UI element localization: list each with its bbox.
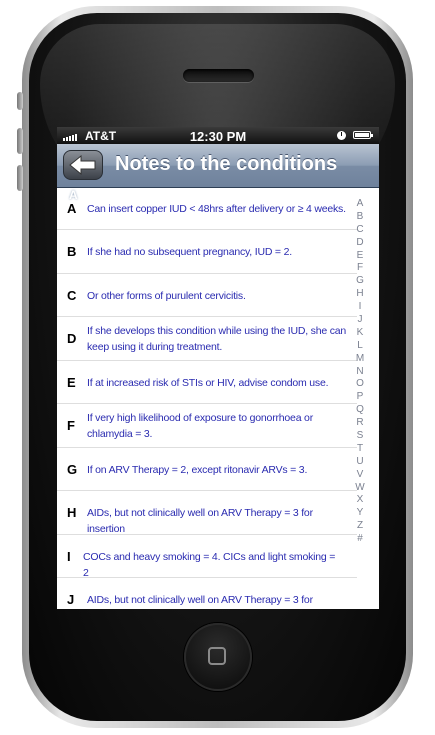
index-letter[interactable]: J xyxy=(351,313,369,326)
volume-down-button xyxy=(17,165,23,191)
row-note: If at increased risk of STIs or HIV, adv… xyxy=(87,377,329,389)
row-letter: I xyxy=(67,549,71,564)
index-letter[interactable]: Y xyxy=(351,506,369,519)
back-arrow-icon xyxy=(69,154,96,176)
row-note: COCs and heavy smoking = 4. CICs and lig… xyxy=(83,551,336,579)
list-item[interactable]: A Can insert copper IUD < 48hrs after del… xyxy=(57,187,357,230)
index-letter[interactable]: X xyxy=(351,493,369,506)
index-letter[interactable]: U xyxy=(351,455,369,468)
index-letter[interactable]: S xyxy=(351,429,369,442)
index-letter[interactable]: L xyxy=(351,339,369,352)
row-note: AIDs, but not clinically well on ARV The… xyxy=(87,507,313,535)
row-note: Can insert copper IUD < 48hrs after deli… xyxy=(87,203,346,215)
navigation-bar: Notes to the conditions xyxy=(57,144,379,188)
index-letter[interactable]: F xyxy=(351,261,369,274)
list-item[interactable]: J AIDs, but not clinically well on ARV Th… xyxy=(57,578,357,609)
notes-list[interactable]: A Can insert copper IUD < 48hrs after del… xyxy=(57,187,357,609)
index-letter[interactable]: R xyxy=(351,416,369,429)
row-note: Or other forms of purulent cervicitis. xyxy=(87,290,246,302)
section-header: A xyxy=(69,188,78,202)
list-item[interactable]: F If very high likelihood of exposure to … xyxy=(57,404,357,448)
index-letter[interactable]: Z xyxy=(351,519,369,532)
row-letter: B xyxy=(67,244,77,259)
list-item[interactable]: I COCs and heavy smoking = 4. CICs and li… xyxy=(57,535,357,579)
list-item[interactable]: C Or other forms of purulent cervicitis. xyxy=(57,274,357,317)
index-letter[interactable]: V xyxy=(351,468,369,481)
row-note: If very high likelihood of exposure to g… xyxy=(87,412,313,440)
row-letter: H xyxy=(67,505,77,520)
list-item[interactable]: B If she had no subsequent pregnancy, IUD… xyxy=(57,230,357,274)
battery-icon xyxy=(353,131,373,139)
row-letter: F xyxy=(67,418,75,433)
status-bar: AT&T 12:30 PM xyxy=(57,127,379,144)
index-letter[interactable]: P xyxy=(351,390,369,403)
earpiece-speaker xyxy=(183,69,254,82)
row-note: If on ARV Therapy = 2, except ritonavir … xyxy=(87,464,308,476)
index-letter[interactable]: G xyxy=(351,274,369,287)
index-letter[interactable]: C xyxy=(351,223,369,236)
index-letter[interactable]: D xyxy=(351,236,369,249)
volume-up-button xyxy=(17,128,23,154)
row-note: If she had no subsequent pregnancy, IUD … xyxy=(87,246,292,258)
list-item[interactable]: D If she develops this condition while us… xyxy=(57,317,357,361)
home-square-icon xyxy=(208,647,226,665)
index-letter[interactable]: H xyxy=(351,287,369,300)
index-letter[interactable]: K xyxy=(351,326,369,339)
index-letter[interactable]: M xyxy=(351,352,369,365)
status-time: 12:30 PM xyxy=(189,129,247,144)
index-letter[interactable]: A xyxy=(351,197,369,210)
row-note: AIDs, but not clinically well on ARV The… xyxy=(87,594,313,606)
page-title: Notes to the conditions xyxy=(115,153,338,175)
row-letter: A xyxy=(67,201,77,216)
index-letter[interactable]: Q xyxy=(351,403,369,416)
list-item[interactable]: G If on ARV Therapy = 2, except ritonavir… xyxy=(57,448,357,491)
index-letter[interactable]: O xyxy=(351,377,369,390)
index-letter[interactable]: W xyxy=(351,481,369,494)
row-letter: D xyxy=(67,331,77,346)
alarm-clock-icon xyxy=(337,131,346,140)
back-button[interactable] xyxy=(63,150,103,180)
index-letter[interactable]: I xyxy=(351,300,369,313)
index-letter[interactable]: E xyxy=(351,249,369,262)
index-letter[interactable]: N xyxy=(351,365,369,378)
index-letter[interactable]: T xyxy=(351,442,369,455)
row-letter: C xyxy=(67,288,77,303)
row-letter: E xyxy=(67,375,76,390)
list-item[interactable]: E If at increased risk of STIs or HIV, ad… xyxy=(57,361,357,404)
row-letter: J xyxy=(67,592,75,607)
phone-screen: AT&T 12:30 PM Notes to the conditions AC… xyxy=(57,127,379,609)
row-letter: G xyxy=(67,462,78,477)
list-item[interactable]: H AIDs, but not clinically well on ARV Th… xyxy=(57,491,357,535)
index-letter[interactable]: # xyxy=(351,532,369,545)
home-button[interactable] xyxy=(184,623,252,691)
mute-switch xyxy=(17,92,23,110)
index-letter[interactable]: B xyxy=(351,210,369,223)
alphabet-index[interactable]: A B C D E F G H I J K L M N O P Q R S T U V W X Y Z # xyxy=(351,197,369,545)
row-note: If she develops this condition while usi… xyxy=(87,325,347,353)
